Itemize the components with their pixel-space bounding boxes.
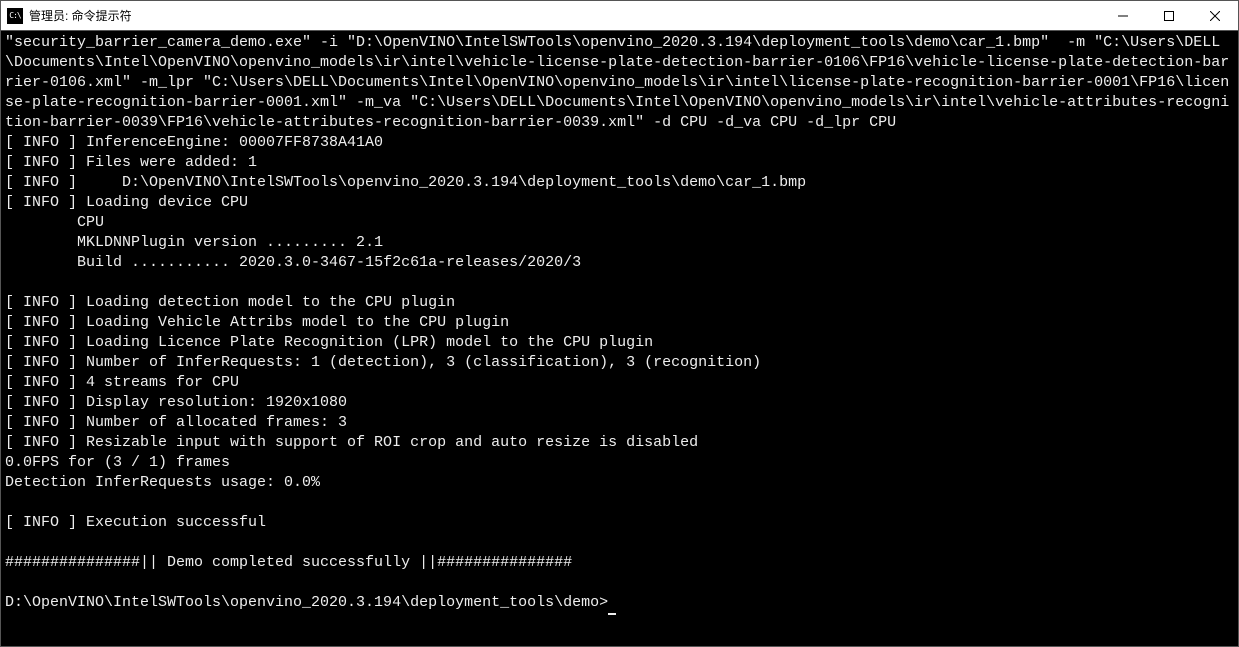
- close-icon: [1210, 11, 1220, 21]
- prompt: D:\OpenVINO\IntelSWTools\openvino_2020.3…: [5, 594, 608, 611]
- minimize-button[interactable]: [1100, 1, 1146, 31]
- app-icon: C:\: [7, 8, 23, 24]
- cmd-window: C:\ 管理员: 命令提示符 "security_barrier_camera_…: [0, 0, 1239, 647]
- cursor: [608, 593, 616, 615]
- minimize-icon: [1118, 11, 1128, 21]
- maximize-button[interactable]: [1146, 1, 1192, 31]
- close-button[interactable]: [1192, 1, 1238, 31]
- window-title: 管理员: 命令提示符: [29, 7, 132, 24]
- maximize-icon: [1164, 11, 1174, 21]
- terminal-output[interactable]: "security_barrier_camera_demo.exe" -i "D…: [1, 31, 1238, 646]
- titlebar[interactable]: C:\ 管理员: 命令提示符: [1, 1, 1238, 31]
